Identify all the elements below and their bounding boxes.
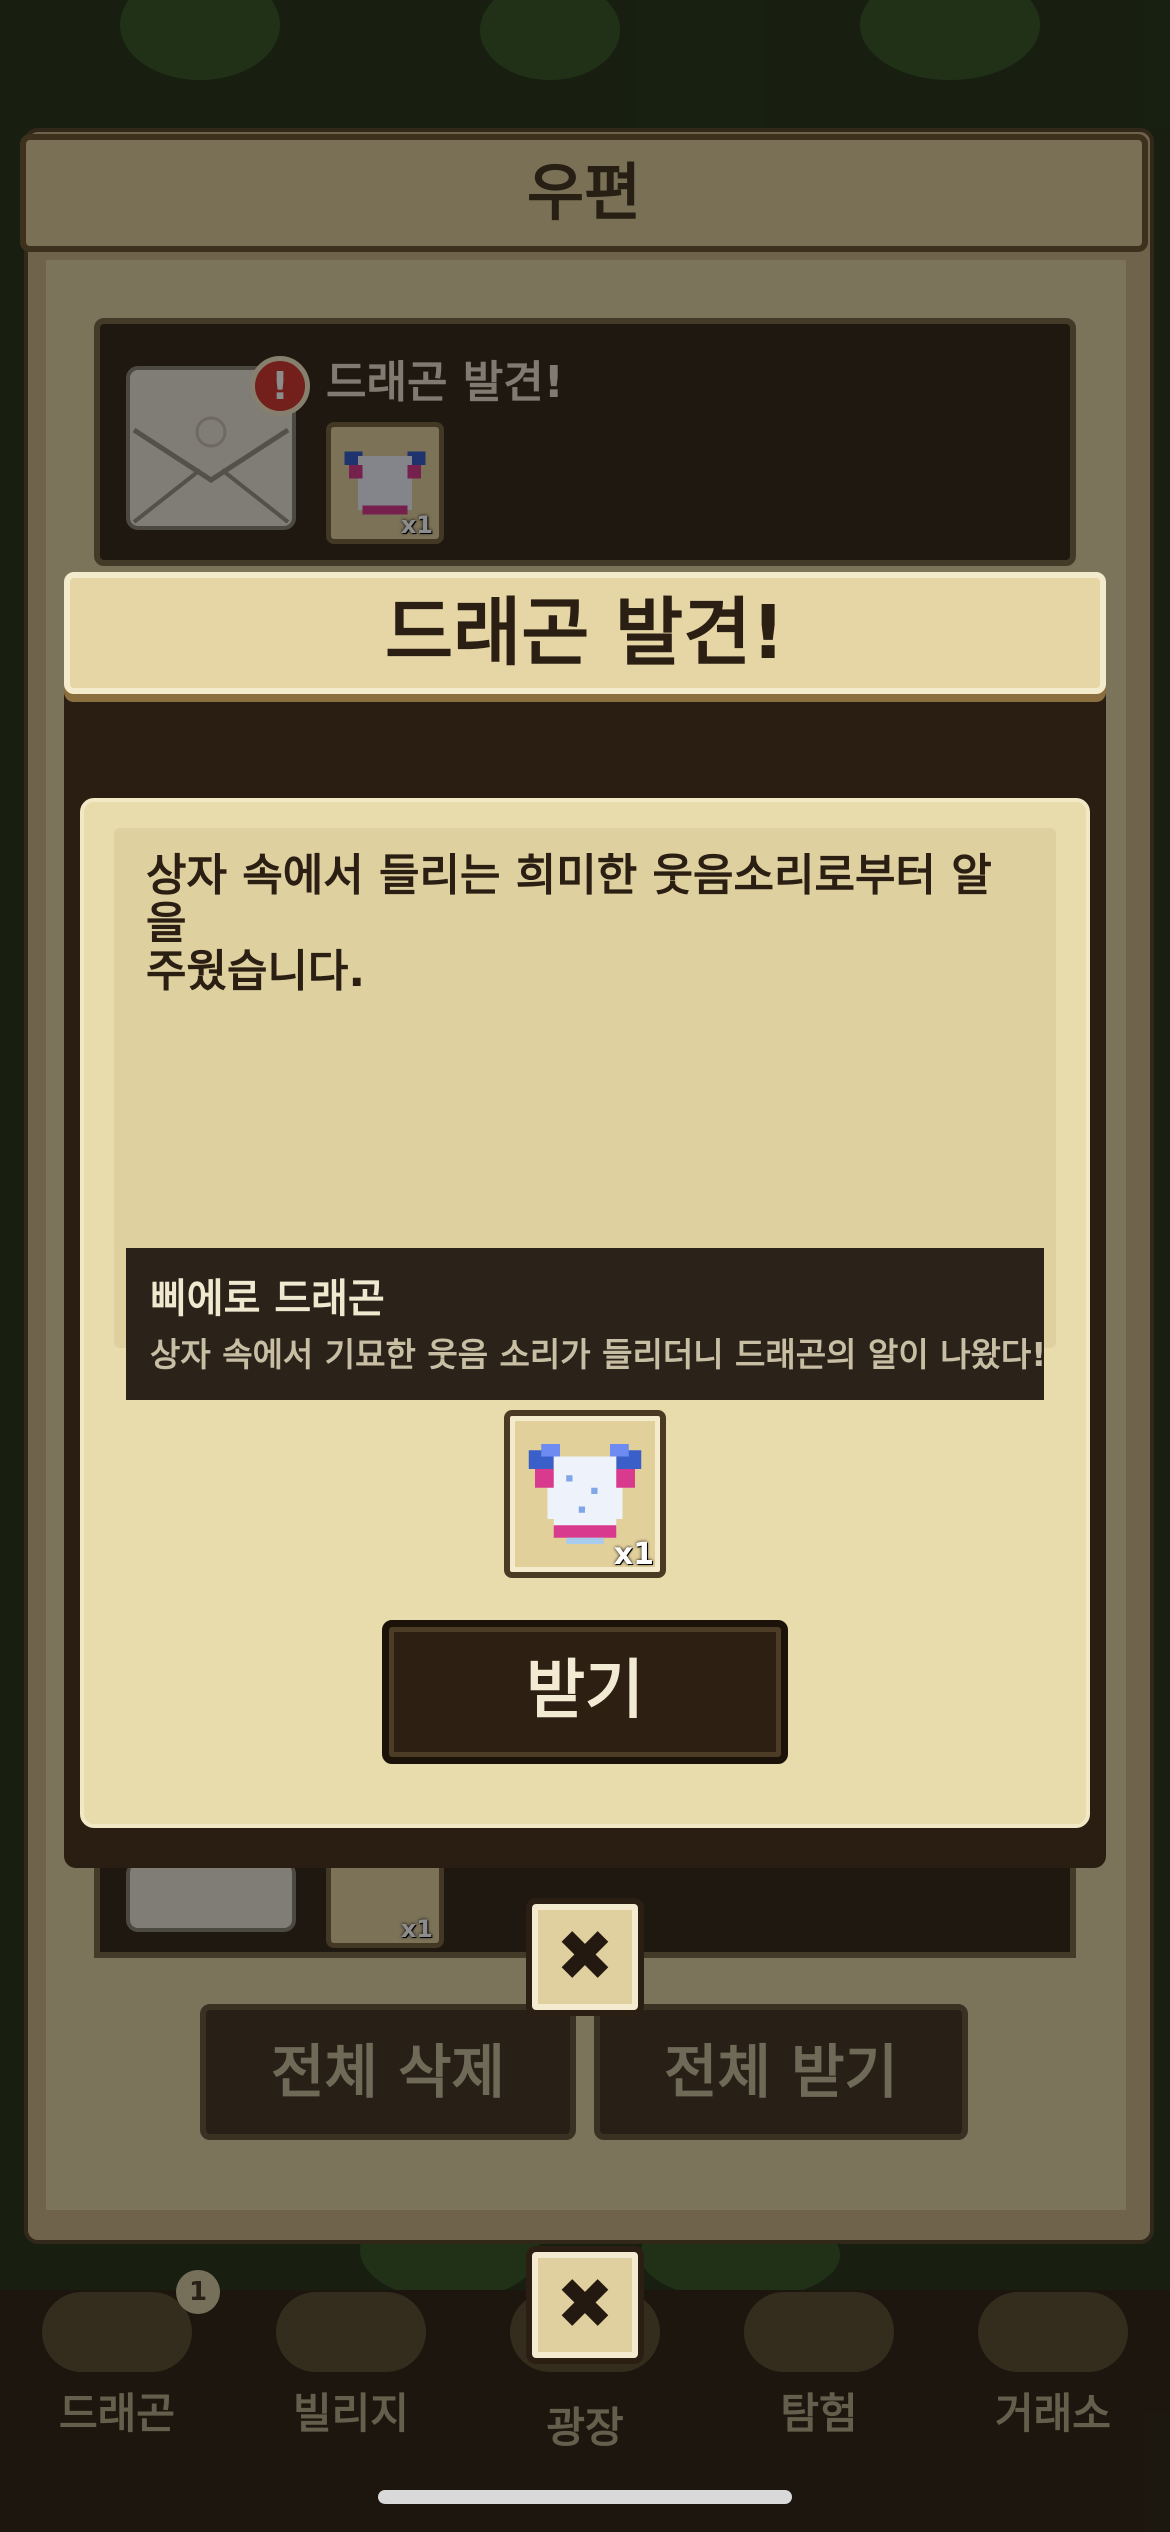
close-mailbox-button[interactable]: ✖ <box>526 2246 644 2364</box>
dialog-title: 드래곤 발견! <box>385 590 785 676</box>
close-dialog-button[interactable]: ✖ <box>526 1898 644 2016</box>
receive-button[interactable]: 받기 <box>382 1620 788 1764</box>
home-indicator[interactable] <box>378 2490 792 2504</box>
message-line: 주웠습니다. <box>146 946 366 997</box>
item-name: 삐에로 드래곤 <box>150 1276 385 1322</box>
message-line: 상자 속에서 들리는 희미한 웃음소리로부터 알을 <box>146 850 992 949</box>
item-description: 상자 속에서 기묘한 웃음 소리가 들리더니 드래곤의 알이 나왔다! <box>150 1335 1047 1374</box>
dialog-message: 상자 속에서 들리는 희미한 웃음소리로부터 알을 주웠습니다. <box>146 852 1026 996</box>
quantity-label: x1 <box>613 1537 654 1572</box>
reward-item-slot[interactable]: x1 <box>504 1410 666 1578</box>
